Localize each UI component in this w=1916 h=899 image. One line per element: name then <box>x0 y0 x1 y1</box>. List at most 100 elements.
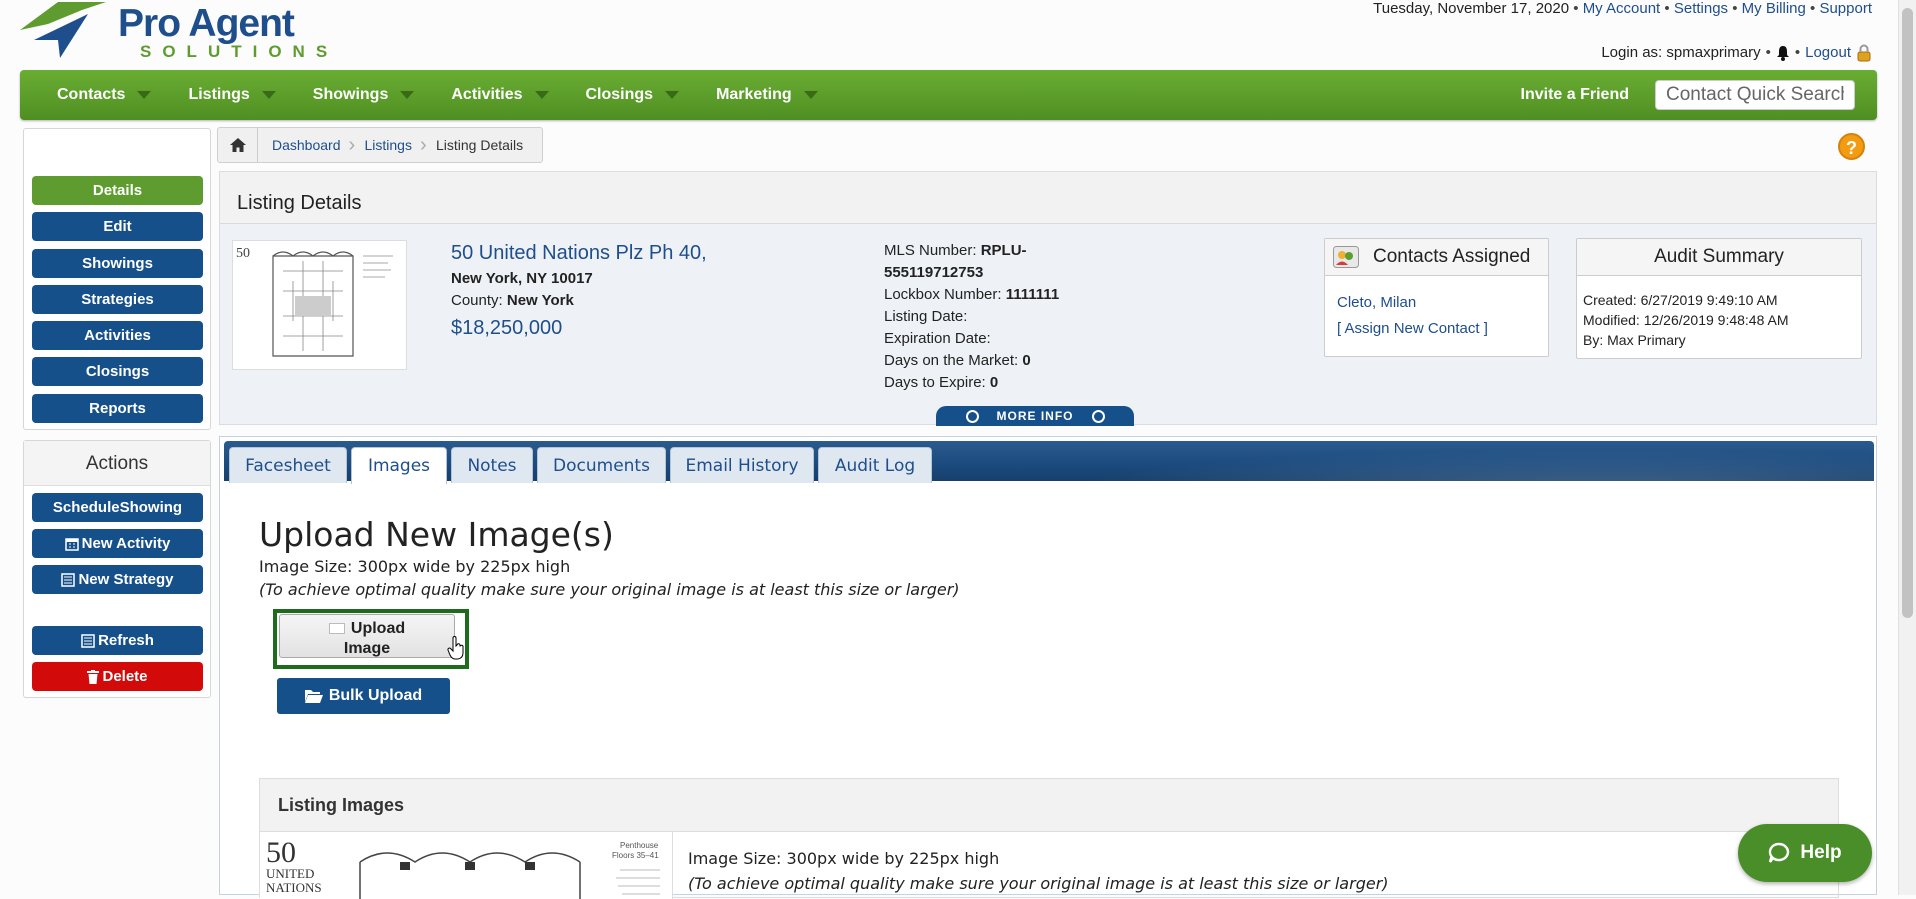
my-billing-link[interactable]: My Billing <box>1742 0 1806 17</box>
listing-county: County: New York <box>451 292 574 309</box>
audit-created: Created: 6/27/2019 9:49:10 AM <box>1583 292 1778 308</box>
chevron-down-icon <box>400 91 415 99</box>
my-account-link[interactable]: My Account <box>1583 0 1661 17</box>
refresh-label: Refresh <box>98 632 154 649</box>
settings-link[interactable]: Settings <box>1674 0 1728 17</box>
list-icon <box>81 633 95 648</box>
page-scrollbar[interactable] <box>1898 0 1916 895</box>
sidebar-activities-button[interactable]: Activities <box>32 321 203 350</box>
contacts-icon <box>1333 246 1359 268</box>
delete-button[interactable]: Delete <box>32 662 203 691</box>
scrollbar-thumb[interactable] <box>1902 8 1913 618</box>
nav-closings-label: Closings <box>585 86 654 103</box>
logout-link[interactable]: Logout <box>1805 44 1851 62</box>
sidebar-closings-button[interactable]: Closings <box>32 357 203 386</box>
sidebar-strategies-button[interactable]: Strategies <box>32 285 203 314</box>
listing-address-line1[interactable]: 50 United Nations Plz Ph 40, <box>451 242 707 265</box>
nav-contacts[interactable]: Contacts <box>20 70 152 120</box>
listing-thumbnail[interactable]: 50 <box>232 240 407 370</box>
floorplan-image: 50 <box>233 241 406 369</box>
listing-images-panel: Listing Images 50 UNITED NATIONS Penthou… <box>259 778 1839 899</box>
more-info-label: MORE INFO <box>996 409 1074 423</box>
help-question-icon[interactable]: ? <box>1838 133 1865 160</box>
days-on-market-value: 0 <box>1022 352 1031 369</box>
audit-modified: Modified: 12/26/2019 9:48:48 AM <box>1583 312 1789 328</box>
new-strategy-button[interactable]: New Strategy <box>32 565 203 594</box>
nav-marketing-label: Marketing <box>716 86 792 103</box>
audit-summary-title: Audit Summary <box>1577 239 1861 276</box>
nav-listings[interactable]: Listings <box>151 70 276 120</box>
help-chat-button[interactable]: Help <box>1738 824 1872 882</box>
svg-text:50: 50 <box>236 246 250 261</box>
tab-documents[interactable]: Documents <box>537 447 666 483</box>
info-circle-icon <box>1091 409 1105 423</box>
bulk-upload-button[interactable]: Bulk Upload <box>277 678 450 714</box>
chevron-down-icon <box>665 91 680 99</box>
new-activity-button[interactable]: New Activity <box>32 529 203 558</box>
more-info-toggle[interactable]: MORE INFO <box>936 406 1134 426</box>
tab-facesheet[interactable]: Facesheet <box>229 447 347 483</box>
sidebar-actions: Actions ScheduleShowing New Activity New… <box>23 440 211 698</box>
mls-value-line2: 555119712753 <box>884 264 984 281</box>
breadcrumb-listing-details: Listing Details <box>420 134 533 157</box>
tab-images[interactable]: Images <box>351 447 447 484</box>
bulk-upload-label: Bulk Upload <box>328 687 423 704</box>
tab-email-history[interactable]: Email History <box>670 447 814 483</box>
contact-quick-search-input[interactable] <box>1655 80 1855 110</box>
login-line: Login as: spmaxprimary • • Logout <box>1601 44 1872 62</box>
days-to-expire-label: Days to Expire: <box>884 374 986 391</box>
trash-icon <box>87 669 100 684</box>
invite-friend-link[interactable]: Invite a Friend <box>1521 86 1629 104</box>
sidebar-details-button[interactable]: Details <box>32 176 203 205</box>
listing-address-line2: New York, NY 10017 <box>451 270 593 287</box>
audit-summary-card: Audit Summary Created: 6/27/2019 9:49:10… <box>1576 238 1862 359</box>
home-icon[interactable] <box>218 128 258 162</box>
lockbox-value: 1111111 <box>1005 286 1060 303</box>
bell-icon[interactable] <box>1776 45 1790 61</box>
nav-activities[interactable]: Activities <box>414 70 549 120</box>
logo[interactable]: Pro Agent SOLUTIONS <box>18 0 338 64</box>
floorplan-image: 50 UNITED NATIONS Penthouse Floors 35–41 <box>260 832 672 899</box>
sidebar-showings-button[interactable]: Showings <box>32 249 203 278</box>
assigned-contact-link[interactable]: Cleto, Milan <box>1337 294 1416 311</box>
nav-closings[interactable]: Closings <box>549 70 680 120</box>
breadcrumb-listings[interactable]: Listings <box>365 137 412 153</box>
list-icon <box>61 572 76 587</box>
upload-title: Upload New Image(s) <box>259 515 614 554</box>
tab-content-area: Facesheet Images Notes Documents Email H… <box>219 436 1877 899</box>
upload-quality-note: (To achieve optimal quality make sure yo… <box>259 580 960 599</box>
lock-icon <box>1857 44 1871 62</box>
tab-notes[interactable]: Notes <box>451 447 533 483</box>
new-activity-label: New Activity <box>81 535 171 552</box>
listing-image-quality-note: (To achieve optimal quality make sure yo… <box>688 874 1389 893</box>
hand-cursor-icon <box>447 636 464 660</box>
audit-by: By: Max Primary <box>1583 332 1686 348</box>
nav-showings[interactable]: Showings <box>276 70 415 120</box>
folder-icon <box>328 623 345 634</box>
upload-image-button[interactable]: Upload Image <box>279 614 455 658</box>
calendar-icon <box>64 537 79 551</box>
login-label: Login as: spmaxprimary <box>1601 44 1761 61</box>
schedule-showing-button[interactable]: ScheduleShowing <box>32 493 203 522</box>
sidebar-reports-button[interactable]: Reports <box>32 394 203 423</box>
listing-meta: MLS Number: RPLU- 555119712753 Lockbox N… <box>884 240 1059 394</box>
assign-new-contact-link[interactable]: [ Assign New Contact ] <box>1337 320 1488 337</box>
actions-title: Actions <box>24 441 210 486</box>
listing-image-item[interactable]: 50 UNITED NATIONS Penthouse Floors 35–41 <box>260 832 673 899</box>
thumb-side-1: Penthouse <box>620 841 659 850</box>
contacts-assigned-card: Contacts Assigned Cleto, Milan [ Assign … <box>1324 238 1549 357</box>
mls-label: MLS Number: <box>884 242 977 259</box>
logo-name: Pro Agent <box>118 2 295 45</box>
tab-audit-log[interactable]: Audit Log <box>818 447 932 483</box>
sidebar-edit-button[interactable]: Edit <box>32 212 203 241</box>
chevron-down-icon <box>137 91 152 99</box>
top-links: Tuesday, November 17, 2020 • My Account … <box>1373 0 1872 17</box>
breadcrumb-dashboard[interactable]: Dashboard <box>272 137 341 153</box>
nav-marketing[interactable]: Marketing <box>679 70 818 120</box>
mls-value: RPLU- <box>980 242 1027 259</box>
refresh-button[interactable]: Refresh <box>32 626 203 655</box>
schedule-showing-label: ScheduleShowing <box>52 499 183 516</box>
county-label: County: <box>451 292 503 309</box>
support-link[interactable]: Support <box>1819 0 1872 17</box>
delete-label: Delete <box>102 668 148 685</box>
